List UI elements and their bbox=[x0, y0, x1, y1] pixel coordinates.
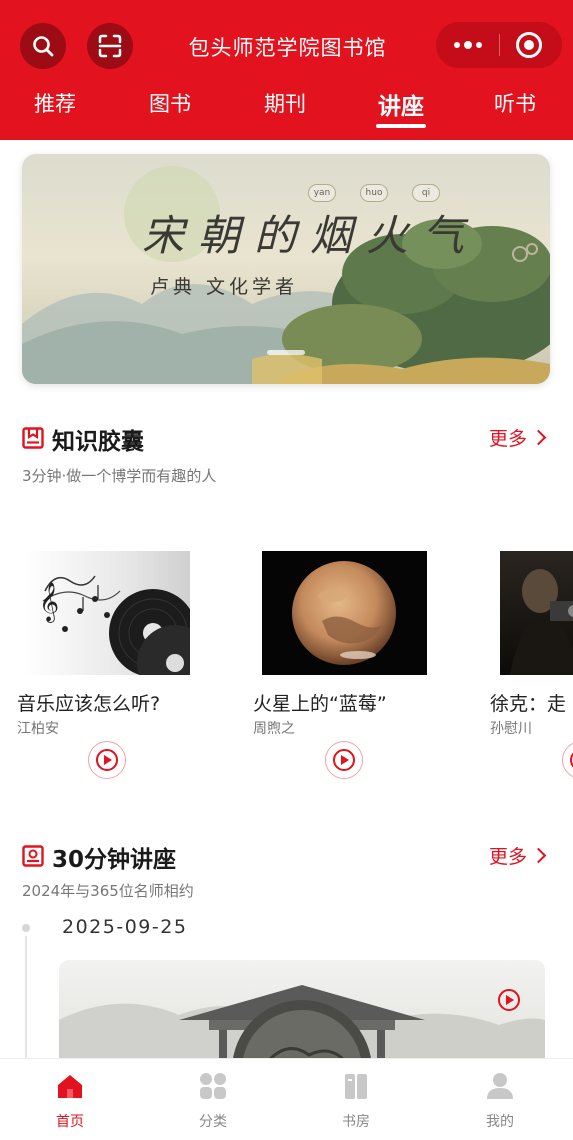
profile-icon bbox=[487, 1073, 513, 1099]
tab-audiobooks[interactable]: 听书 bbox=[475, 88, 555, 118]
mini-program-capsule bbox=[436, 22, 562, 68]
lecture-icon bbox=[22, 845, 44, 867]
card-cover-image bbox=[500, 551, 573, 675]
capsule-divider bbox=[499, 34, 500, 56]
bottom-navigation: 首页 分类 书房 我的 bbox=[0, 1058, 573, 1140]
banner-carousel[interactable]: 宋朝的烟火气 yan huo qi 卢典 文化学者 bbox=[22, 154, 550, 384]
nav-profile[interactable]: 我的 bbox=[460, 1071, 540, 1131]
knowledge-capsule-header: 知识胶囊 更多 bbox=[22, 422, 552, 456]
active-tab-indicator bbox=[376, 124, 426, 128]
card-title: 徐克：走 bbox=[490, 693, 567, 715]
nav-label: 书房 bbox=[342, 1114, 370, 1130]
more-label: 更多 bbox=[488, 846, 527, 868]
app-title: 包头师范学院图书馆 bbox=[188, 36, 387, 60]
play-icon bbox=[96, 749, 118, 771]
nav-category[interactable]: 分类 bbox=[173, 1071, 253, 1131]
category-icon bbox=[200, 1073, 226, 1099]
nav-label: 首页 bbox=[56, 1114, 84, 1130]
timeline-line bbox=[25, 936, 27, 1058]
play-button[interactable] bbox=[325, 741, 363, 779]
nav-home[interactable]: 首页 bbox=[30, 1071, 110, 1131]
lecture-date: 2025-09-25 bbox=[62, 916, 188, 938]
scan-icon bbox=[98, 34, 122, 58]
play-icon bbox=[333, 749, 355, 771]
bookmark-icon bbox=[22, 427, 44, 449]
bookshelf-icon bbox=[345, 1074, 367, 1099]
section-title: 30分钟讲座 bbox=[52, 847, 177, 873]
home-icon bbox=[58, 1075, 82, 1098]
carousel-indicator bbox=[267, 350, 305, 355]
section-title: 知识胶囊 bbox=[52, 429, 144, 455]
banner-subtitle: 卢典 文化学者 bbox=[150, 276, 299, 298]
scan-button[interactable] bbox=[87, 23, 133, 69]
card-author: 周煦之 bbox=[253, 721, 295, 737]
banner-title: 宋朝的烟火气 bbox=[142, 211, 479, 260]
banner-pinyin: qi bbox=[412, 184, 440, 202]
more-icon[interactable] bbox=[436, 22, 499, 68]
more-label: 更多 bbox=[488, 428, 527, 450]
nav-bookshelf[interactable]: 书房 bbox=[316, 1071, 396, 1131]
chevron-right-icon bbox=[530, 429, 547, 446]
tab-journals[interactable]: 期刊 bbox=[245, 88, 325, 118]
chevron-right-icon bbox=[530, 847, 547, 864]
section-subtitle: 2024年与365位名师相约 bbox=[22, 882, 194, 900]
lectures-header: 30分钟讲座 更多 bbox=[22, 840, 552, 874]
nav-label: 分类 bbox=[199, 1114, 227, 1130]
card-author: 孙慰川 bbox=[490, 721, 532, 737]
section-subtitle: 3分钟·做一个博学而有趣的人 bbox=[22, 467, 217, 485]
capsule-card[interactable]: 徐克：走 孙慰川 bbox=[490, 551, 573, 781]
search-icon bbox=[33, 36, 54, 57]
category-tabs: 推荐 图书 期刊 讲座 听书 bbox=[0, 88, 573, 132]
card-title: 音乐应该怎么听? bbox=[17, 693, 161, 715]
search-button[interactable] bbox=[20, 23, 66, 69]
more-link[interactable]: 更多 bbox=[488, 842, 547, 869]
card-author: 江柏安 bbox=[17, 721, 59, 737]
svg-text:𝄞: 𝄞 bbox=[39, 582, 59, 623]
card-cover-image: 𝄞 bbox=[25, 551, 190, 675]
play-button[interactable] bbox=[562, 741, 573, 779]
nav-label: 我的 bbox=[486, 1114, 514, 1130]
tab-recommend[interactable]: 推荐 bbox=[15, 88, 95, 118]
lecture-cover-image[interactable] bbox=[59, 960, 545, 1070]
target-icon[interactable] bbox=[516, 32, 542, 58]
play-button[interactable] bbox=[88, 741, 126, 779]
card-cover-image bbox=[262, 551, 427, 675]
banner-pinyin: huo bbox=[360, 184, 388, 202]
banner-pinyin: yan bbox=[308, 184, 336, 202]
more-link[interactable]: 更多 bbox=[488, 424, 547, 451]
tab-lectures[interactable]: 讲座 bbox=[361, 87, 441, 121]
card-title: 火星上的“蓝莓” bbox=[253, 693, 387, 715]
tab-books[interactable]: 图书 bbox=[130, 88, 210, 118]
app-header: 包头师范学院图书馆 推荐 图书 期刊 讲座 听书 bbox=[0, 0, 573, 140]
timeline-dot bbox=[22, 924, 30, 932]
top-bar: 包头师范学院图书馆 bbox=[0, 18, 573, 74]
